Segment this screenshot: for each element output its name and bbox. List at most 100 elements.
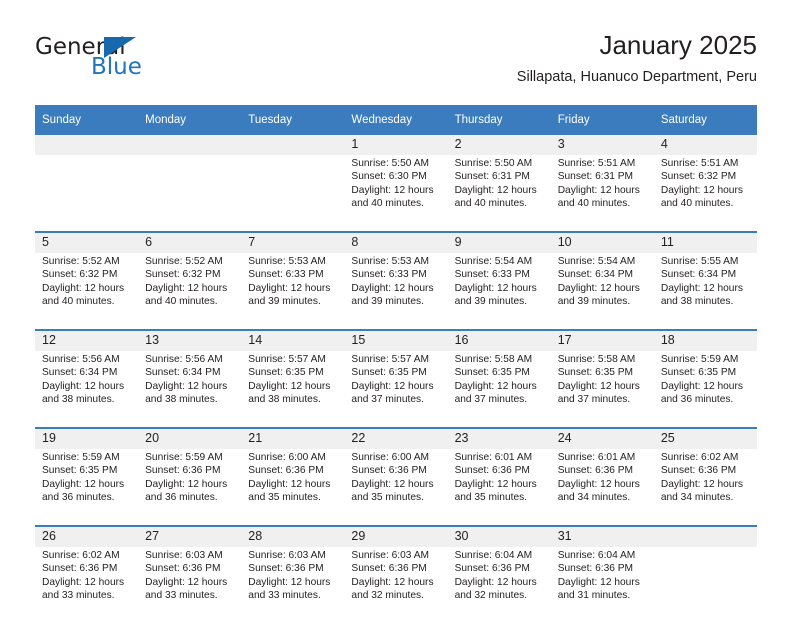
sunrise-text: Sunrise: 5:56 AM: [42, 354, 120, 365]
day-cell[interactable]: Sunrise: 5:59 AM Sunset: 6:35 PM Dayligh…: [653, 351, 757, 428]
sunrise-text: Sunrise: 5:51 AM: [660, 158, 739, 169]
day-cell[interactable]: Sunrise: 5:58 AM Sunset: 6:35 PM Dayligh…: [550, 351, 654, 428]
day-number[interactable]: 24: [550, 427, 654, 449]
day-number[interactable]: 26: [35, 525, 139, 547]
day-number[interactable]: 6: [138, 231, 242, 253]
day-number[interactable]: 13: [138, 329, 242, 351]
day-number[interactable]: 31: [550, 525, 654, 547]
daylight-text-line1: Daylight: 12 hours: [351, 380, 434, 392]
weekday-header-tuesday: Tuesday: [241, 105, 345, 135]
week-row-daynumbers: 12 13 14 15 16 17 18: [35, 329, 757, 351]
day-cell[interactable]: Sunrise: 5:50 AM Sunset: 6:31 PM Dayligh…: [447, 155, 551, 232]
day-number[interactable]: [241, 135, 345, 155]
sunrise-text: Sunrise: 5:57 AM: [351, 354, 430, 365]
day-number[interactable]: 5: [35, 231, 139, 253]
day-number[interactable]: 22: [344, 427, 448, 449]
daylight-text-line2: and 40 minutes.: [145, 295, 218, 307]
day-cell[interactable]: Sunrise: 6:01 AM Sunset: 6:36 PM Dayligh…: [447, 449, 551, 526]
day-number[interactable]: 3: [550, 135, 654, 155]
daylight-text-line1: Daylight: 12 hours: [248, 576, 331, 588]
day-cell[interactable]: Sunrise: 5:50 AM Sunset: 6:30 PM Dayligh…: [344, 155, 448, 232]
day-cell[interactable]: [138, 155, 242, 232]
day-cell[interactable]: Sunrise: 5:54 AM Sunset: 6:33 PM Dayligh…: [447, 253, 551, 330]
daylight-text-line1: Daylight: 12 hours: [248, 478, 331, 490]
day-number[interactable]: 17: [550, 329, 654, 351]
day-cell[interactable]: [35, 155, 139, 232]
day-number[interactable]: 10: [550, 231, 654, 253]
day-number[interactable]: 2: [447, 135, 551, 155]
sunset-text: Sunset: 6:36 PM: [145, 563, 221, 575]
day-cell[interactable]: [241, 155, 345, 232]
page-title: January 2025: [599, 30, 757, 60]
daylight-text-line1: Daylight: 12 hours: [145, 478, 228, 490]
day-cell[interactable]: Sunrise: 5:56 AM Sunset: 6:34 PM Dayligh…: [35, 351, 139, 428]
daylight-text-line2: and 34 minutes.: [557, 491, 631, 503]
day-number[interactable]: 16: [447, 329, 551, 351]
weekday-header-monday: Monday: [138, 105, 242, 135]
day-number[interactable]: 23: [447, 427, 551, 449]
day-number[interactable]: [35, 135, 139, 155]
day-cell[interactable]: Sunrise: 5:59 AM Sunset: 6:35 PM Dayligh…: [35, 449, 139, 526]
daylight-text-line1: Daylight: 12 hours: [454, 576, 537, 588]
day-number[interactable]: 7: [241, 231, 345, 253]
day-number[interactable]: 15: [344, 329, 448, 351]
day-number[interactable]: 29: [344, 525, 448, 547]
day-number[interactable]: 11: [653, 231, 757, 253]
calendar-header-row: Sunday Monday Tuesday Wednesday Thursday…: [35, 105, 757, 135]
daylight-text-line1: Daylight: 12 hours: [248, 282, 331, 294]
daylight-text-line1: Daylight: 12 hours: [248, 380, 331, 392]
daylight-text-line1: Daylight: 12 hours: [557, 184, 640, 196]
day-cell[interactable]: Sunrise: 6:00 AM Sunset: 6:36 PM Dayligh…: [344, 449, 448, 526]
day-cell[interactable]: Sunrise: 5:58 AM Sunset: 6:35 PM Dayligh…: [447, 351, 551, 428]
sunrise-text: Sunrise: 5:54 AM: [454, 256, 533, 267]
day-cell[interactable]: Sunrise: 5:51 AM Sunset: 6:32 PM Dayligh…: [653, 155, 757, 232]
sunset-text: Sunset: 6:36 PM: [454, 465, 530, 477]
daylight-text-line2: and 37 minutes.: [454, 393, 528, 405]
day-cell[interactable]: Sunrise: 6:00 AM Sunset: 6:36 PM Dayligh…: [241, 449, 345, 526]
sunset-text: Sunset: 6:36 PM: [557, 563, 634, 575]
day-cell[interactable]: Sunrise: 5:57 AM Sunset: 6:35 PM Dayligh…: [241, 351, 345, 428]
day-number[interactable]: 19: [35, 427, 139, 449]
day-cell[interactable]: Sunrise: 5:54 AM Sunset: 6:34 PM Dayligh…: [550, 253, 654, 330]
day-number[interactable]: 25: [653, 427, 757, 449]
day-number[interactable]: 8: [344, 231, 448, 253]
day-number[interactable]: 21: [241, 427, 345, 449]
sunrise-text: Sunrise: 5:51 AM: [557, 158, 636, 169]
daylight-text-line2: and 39 minutes.: [454, 295, 528, 307]
sunset-text: Sunset: 6:33 PM: [454, 269, 530, 281]
sunset-text: Sunset: 6:35 PM: [42, 465, 118, 477]
sunrise-text: Sunrise: 6:04 AM: [454, 550, 533, 561]
day-number[interactable]: 9: [447, 231, 551, 253]
calendar-table: Sunday Monday Tuesday Wednesday Thursday…: [35, 105, 757, 623]
day-cell[interactable]: Sunrise: 6:02 AM Sunset: 6:36 PM Dayligh…: [653, 449, 757, 526]
day-cell[interactable]: Sunrise: 5:51 AM Sunset: 6:31 PM Dayligh…: [550, 155, 654, 232]
daylight-text-line1: Daylight: 12 hours: [454, 380, 537, 392]
daylight-text-line2: and 38 minutes.: [42, 393, 115, 405]
daylight-text-line2: and 36 minutes.: [145, 491, 218, 503]
day-number[interactable]: 14: [241, 329, 345, 351]
day-number[interactable]: 1: [344, 135, 448, 155]
day-cell[interactable]: Sunrise: 5:55 AM Sunset: 6:34 PM Dayligh…: [653, 253, 757, 330]
day-cell[interactable]: Sunrise: 5:53 AM Sunset: 6:33 PM Dayligh…: [344, 253, 448, 330]
sunset-text: Sunset: 6:34 PM: [557, 269, 634, 281]
day-number[interactable]: 18: [653, 329, 757, 351]
day-number[interactable]: 4: [653, 135, 757, 155]
general-blue-logo[interactable]: General Blue: [35, 34, 235, 90]
sunset-text: Sunset: 6:33 PM: [351, 269, 427, 281]
day-cell[interactable]: Sunrise: 5:59 AM Sunset: 6:36 PM Dayligh…: [138, 449, 242, 526]
day-cell[interactable]: Sunrise: 5:57 AM Sunset: 6:35 PM Dayligh…: [344, 351, 448, 428]
sunrise-text: Sunrise: 5:52 AM: [145, 256, 223, 267]
day-number[interactable]: 28: [241, 525, 345, 547]
day-number[interactable]: [653, 525, 757, 547]
day-cell[interactable]: Sunrise: 6:01 AM Sunset: 6:36 PM Dayligh…: [550, 449, 654, 526]
day-cell[interactable]: Sunrise: 5:53 AM Sunset: 6:33 PM Dayligh…: [241, 253, 345, 330]
day-number[interactable]: [138, 135, 242, 155]
day-number[interactable]: 30: [447, 525, 551, 547]
day-cell[interactable]: Sunrise: 5:52 AM Sunset: 6:32 PM Dayligh…: [138, 253, 242, 330]
day-cell[interactable]: Sunrise: 5:56 AM Sunset: 6:34 PM Dayligh…: [138, 351, 242, 428]
day-number[interactable]: 12: [35, 329, 139, 351]
day-number[interactable]: 20: [138, 427, 242, 449]
daylight-text-line2: and 32 minutes.: [351, 589, 424, 601]
day-cell[interactable]: Sunrise: 5:52 AM Sunset: 6:32 PM Dayligh…: [35, 253, 139, 330]
day-number[interactable]: 27: [138, 525, 242, 547]
